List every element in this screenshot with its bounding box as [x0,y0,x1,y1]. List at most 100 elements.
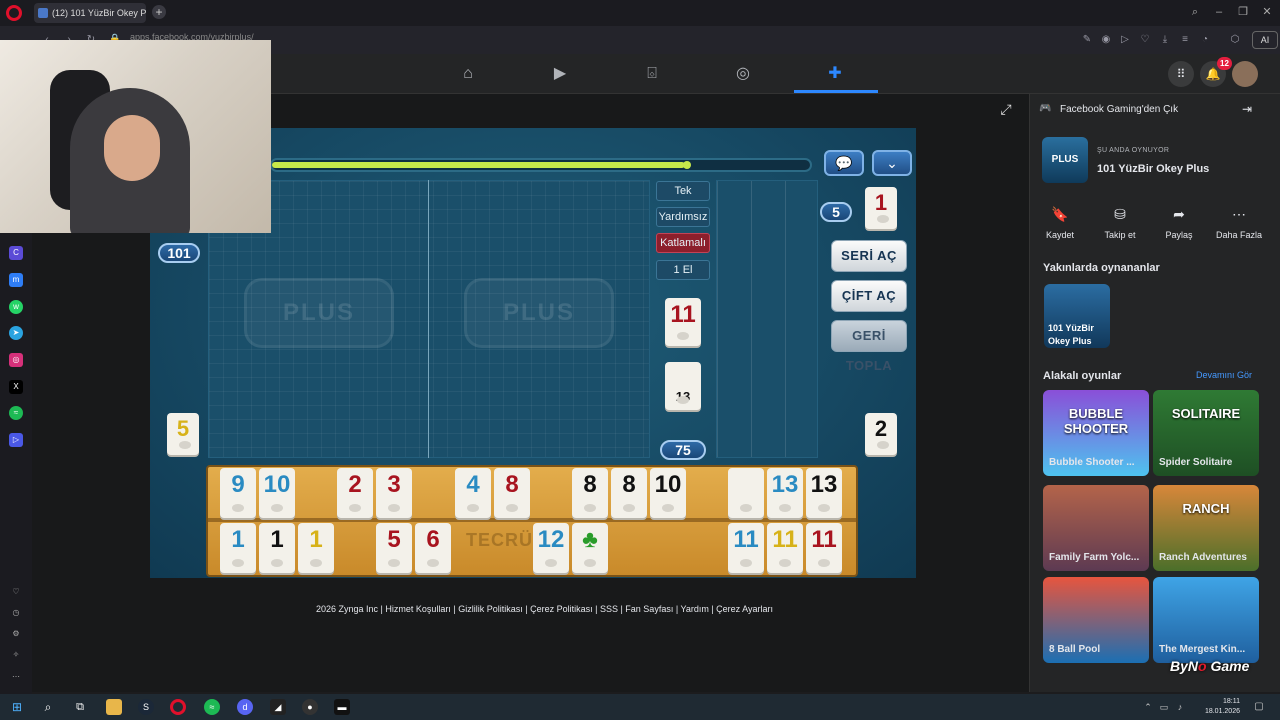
task-view-icon[interactable]: ⧉ [72,699,88,715]
taskbar-search-icon[interactable]: ⌕ [40,699,56,715]
extension-icon[interactable]: ⬡ [1228,33,1242,47]
footer-links[interactable]: 2026 Zynga Inc | Hizmet Koşulları | Gizl… [316,604,773,614]
history-icon[interactable]: ◷ [9,606,23,620]
rack-tile[interactable]: 11 [728,523,764,573]
exit-gaming-link[interactable]: Facebook Gaming'den Çık [1030,95,1226,125]
collapse-sidebar-icon[interactable]: ⇥ [1238,100,1256,118]
windows-start-icon[interactable]: ⊞ [9,699,25,715]
browser-tab[interactable]: (12) 101 YüzBir Okey Plus [34,3,146,23]
search-tabs-icon[interactable]: ⌕ [1186,3,1204,21]
chatgpt-icon[interactable]: C [9,246,23,260]
rack-tile[interactable]: 8 [494,468,530,518]
save-button-label[interactable]: Kaydet [1030,230,1090,240]
menu-icon[interactable]: ≡ [1178,33,1192,47]
tray-chevron-icon[interactable]: ⌃ [1140,699,1156,715]
rack-tile[interactable]: 10 [650,468,686,518]
more-options-icon[interactable]: ⋯ [1224,202,1254,226]
more-button-label[interactable]: Daha Fazla [1209,230,1269,240]
follow-button-label[interactable]: Takip et [1090,230,1150,240]
game-app-icon[interactable]: ▬ [334,699,350,715]
spotify-taskbar-icon[interactable]: ≈ [204,699,220,715]
messenger-icon[interactable]: m [9,273,23,287]
groups-icon[interactable]: ◎ [731,62,755,86]
home-icon[interactable]: ⌂ [456,62,480,86]
rack-tile[interactable]: 8 [611,468,647,518]
share-icon[interactable]: ➦ [1164,202,1194,226]
settings-icon[interactable]: ⚙ [9,627,23,641]
gaming-icon[interactable]: ✚ [823,62,847,86]
follow-icon[interactable]: ⛁ [1105,202,1135,226]
opponent-discard-tile[interactable]: 1 [865,187,897,229]
app-icon[interactable]: ◢ [270,699,286,715]
ai-button[interactable]: AI [1252,31,1278,49]
cift-ac-button[interactable]: ÇİFT AÇ [831,280,907,312]
rack-tile[interactable]: 11 [806,523,842,573]
profile-icon[interactable]: ◔ [1198,33,1212,47]
dropdown-button[interactable]: ⌄ [872,150,912,176]
rack-tile[interactable]: 10 [259,468,295,518]
x-icon[interactable]: X [9,380,23,394]
new-tab-button[interactable]: + [152,5,166,19]
tab-favicon-icon [38,8,48,18]
rack-tile[interactable]: 2 [337,468,373,518]
maximize-icon[interactable]: ❐ [1234,3,1252,21]
rack-tile[interactable]: 8 [572,468,608,518]
close-window-icon[interactable]: ✕ [1258,3,1276,21]
rack-tile[interactable]: 13 [806,468,842,518]
network-icon[interactable]: ▭ [1156,699,1172,715]
rack-tile[interactable]: 5 [376,523,412,573]
minimize-icon[interactable]: – [1210,3,1228,21]
left-discard-tile[interactable]: 5 [167,413,199,455]
volume-icon[interactable]: ♪ [1172,699,1188,715]
marketplace-icon[interactable]: ⌺ [640,62,664,86]
lightbulb-icon[interactable]: ✧ [9,648,23,662]
spotify-icon[interactable]: ≈ [9,406,23,420]
notification-center-icon[interactable]: ▢ [1251,699,1267,715]
webcam-overlay [0,40,271,233]
fullscreen-icon[interactable]: ⤢ [998,101,1014,117]
okey-joker-tile[interactable]: ♣ [572,523,608,573]
steam-icon[interactable]: S [138,699,154,715]
rack-tile[interactable]: 12 [533,523,569,573]
rack-tile[interactable]: 1 [220,523,256,573]
send-icon[interactable]: ▷ [1118,33,1132,47]
bookmark-icon[interactable]: 🔖 [1045,202,1075,226]
share-button-label[interactable]: Paylaş [1149,230,1209,240]
camera-icon[interactable]: ◉ [1099,33,1113,47]
discord-icon[interactable]: d [237,699,253,715]
rack-tile[interactable]: 9 [220,468,256,518]
rack-tile[interactable]: 4 [455,468,491,518]
apps-menu-icon[interactable]: ⠿ [1168,61,1194,87]
obs-icon[interactable]: ● [302,699,318,715]
file-explorer-icon[interactable] [106,699,122,715]
see-more-link[interactable]: Devamını Gör [1196,370,1252,380]
rack-tile[interactable]: 6 [415,523,451,573]
seri-ac-button[interactable]: SERİ AÇ [831,240,907,272]
rack-tile[interactable]: 1 [259,523,295,573]
chat-button[interactable]: 💬 [824,150,864,176]
more-icon[interactable]: ⋯ [9,670,23,684]
rack-tile[interactable]: 1 [298,523,334,573]
rack-tile[interactable]: 13 [767,468,803,518]
rack-tile[interactable] [728,468,764,518]
rack-tile[interactable]: 11 [767,523,803,573]
whatsapp-icon[interactable]: w [9,300,23,314]
now-playing-title[interactable]: 101 YüzBir Okey Plus [1097,163,1209,175]
right-discard-tile[interactable]: 2 [865,413,897,455]
edit-icon[interactable]: ✎ [1080,33,1094,47]
draw-pile-tile[interactable]: 13 [665,362,701,410]
instagram-icon[interactable]: ◎ [9,353,23,367]
opera-logo-icon[interactable] [6,5,22,21]
opera-taskbar-icon[interactable] [170,699,186,715]
video-icon[interactable]: ▶ [548,62,572,86]
avatar[interactable] [1232,61,1258,87]
rack-tile[interactable]: 3 [376,468,412,518]
download-icon[interactable]: ⤓ [1158,33,1172,47]
taskbar-clock[interactable]: 18:11 18.01.2026 [1200,697,1240,717]
geri-topla-button[interactable]: GERİ TOPLA [831,320,907,373]
now-playing-thumbnail[interactable]: PLUS [1042,137,1088,183]
heart-icon[interactable]: ♡ [1138,33,1152,47]
heart-sidebar-icon[interactable]: ♡ [9,585,23,599]
player-icon[interactable]: ▷ [9,433,23,447]
telegram-icon[interactable]: ➤ [9,326,23,340]
